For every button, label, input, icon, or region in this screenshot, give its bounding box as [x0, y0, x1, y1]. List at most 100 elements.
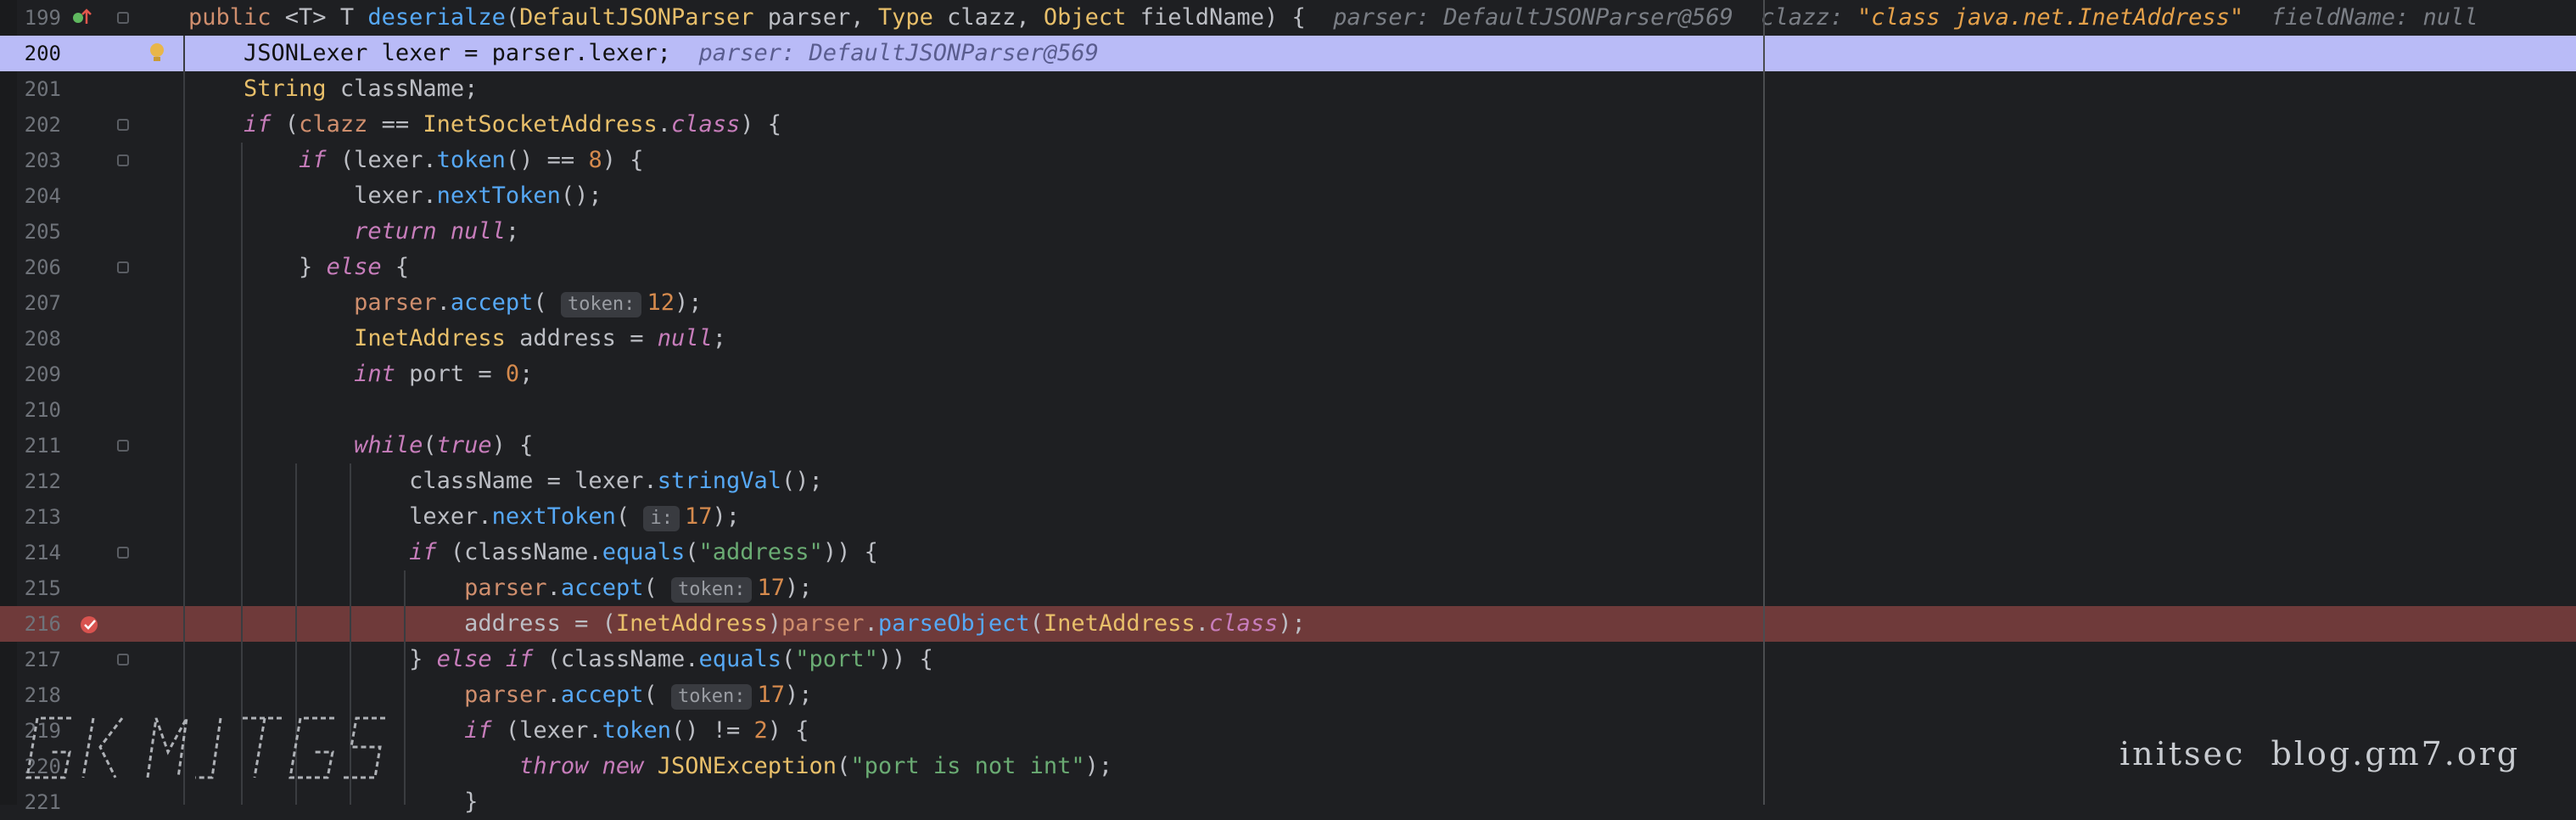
code-token: token	[602, 717, 671, 744]
code-text[interactable]: if (className.equals("address")) {	[188, 535, 878, 570]
parameter-hint: token:	[670, 684, 753, 710]
code-token: if	[299, 147, 327, 173]
code-text[interactable]: InetAddress address = null;	[188, 321, 726, 357]
code-text[interactable]: JSONLexer lexer = parser.lexer; parser: …	[188, 36, 1099, 71]
fold-toggle-icon[interactable]	[117, 547, 129, 559]
code-text[interactable]: public <T> T deserialze(DefaultJSONParse…	[188, 0, 2478, 36]
fold-toggle-icon[interactable]	[117, 654, 129, 666]
code-text[interactable]: address = (InetAddress)parser.parseObjec…	[188, 606, 1306, 642]
line-number[interactable]: 206	[0, 250, 61, 285]
line-number[interactable]: 208	[0, 321, 61, 357]
code-line[interactable]: 209 int port = 0;	[0, 357, 2576, 392]
line-number[interactable]: 205	[0, 214, 61, 250]
code-editor[interactable]: 199 public <T> T deserialze(DefaultJSONPa…	[0, 0, 2576, 815]
code-line[interactable]: 208 InetAddress address = null;	[0, 321, 2576, 357]
code-text[interactable]: int port = 0;	[188, 357, 533, 392]
fold-toggle-icon[interactable]	[117, 440, 129, 452]
code-line[interactable]: 201 String className;	[0, 71, 2576, 107]
code-text[interactable]: className = lexer.stringVal();	[188, 463, 823, 499]
code-token: ;	[519, 361, 534, 387]
code-token: token	[436, 147, 506, 173]
line-number[interactable]: 200	[0, 36, 61, 71]
fold-toggle-icon[interactable]	[117, 119, 129, 131]
line-number[interactable]: 213	[0, 499, 61, 535]
code-line[interactable]: 217 } else if (className.equals("port"))…	[0, 642, 2576, 677]
code-text[interactable]: if (clazz == InetSocketAddress.class) {	[188, 107, 781, 143]
line-number[interactable]: 215	[0, 570, 61, 606]
code-token: );	[712, 503, 740, 530]
code-line[interactable]: 210	[0, 392, 2576, 428]
code-token: JSONLexer lexer = parser.lexer;	[188, 40, 699, 66]
code-token: class	[1208, 610, 1279, 637]
code-token: (lexer.	[491, 717, 602, 744]
override-icon[interactable]	[70, 0, 95, 36]
fold-toggle-icon[interactable]	[117, 154, 129, 166]
line-number[interactable]: 199	[0, 0, 61, 36]
code-line[interactable]: 200 JSONLexer lexer = parser.lexer; pars…	[0, 36, 2576, 71]
code-text[interactable]: parser.accept( token: 17);	[188, 677, 813, 713]
line-number[interactable]: 212	[0, 463, 61, 499]
code-text[interactable]: if (lexer.token() == 8) {	[188, 143, 643, 178]
code-token: ();	[560, 183, 602, 209]
code-line[interactable]: 214 if (className.equals("address")) {	[0, 535, 2576, 570]
code-token: true	[436, 432, 492, 458]
code-line[interactable]: 202 if (clazz == InetSocketAddress.class…	[0, 107, 2576, 143]
line-number[interactable]: 202	[0, 107, 61, 143]
code-line[interactable]: 207 parser.accept( token: 12);	[0, 285, 2576, 321]
code-line[interactable]: 205 return null;	[0, 214, 2576, 250]
line-number[interactable]: 203	[0, 143, 61, 178]
line-number[interactable]: 218	[0, 677, 61, 713]
lightbulb-icon[interactable]	[146, 36, 171, 71]
line-number[interactable]: 211	[0, 428, 61, 463]
code-line[interactable]: 204 lexer.nextToken();	[0, 178, 2576, 214]
code-line[interactable]: 203 if (lexer.token() == 8) {	[0, 143, 2576, 178]
line-number[interactable]: 217	[0, 642, 61, 677]
code-line[interactable]: 213 lexer.nextToken( i: 17);	[0, 499, 2576, 535]
code-text[interactable]: } else {	[188, 250, 409, 285]
code-token: parser	[781, 610, 865, 637]
breakpoint-icon[interactable]	[78, 606, 104, 642]
code-token: class	[670, 111, 741, 138]
code-token: 17	[757, 682, 785, 708]
code-text[interactable]: parser.accept( token: 17);	[188, 570, 813, 606]
code-line[interactable]: 211 while(true) {	[0, 428, 2576, 463]
code-token: int	[354, 361, 395, 387]
line-number[interactable]: 207	[0, 285, 61, 321]
code-token: );	[674, 289, 703, 316]
code-line[interactable]: 212 className = lexer.stringVal();	[0, 463, 2576, 499]
line-number[interactable]: 209	[0, 357, 61, 392]
line-number[interactable]: 214	[0, 535, 61, 570]
line-number[interactable]: 216	[0, 606, 61, 642]
code-line[interactable]: 215 parser.accept( token: 17);	[0, 570, 2576, 606]
code-text[interactable]: return null;	[188, 214, 519, 250]
line-number[interactable]: 201	[0, 71, 61, 107]
code-token: .	[1195, 610, 1209, 637]
code-line[interactable]: 199 public <T> T deserialze(DefaultJSONPa…	[0, 0, 2576, 36]
code-text[interactable]: parser.accept( token: 12);	[188, 285, 702, 321]
code-token: "address"	[698, 539, 823, 565]
code-line[interactable]: 216 address = (InetAddress)parser.parseO…	[0, 606, 2576, 642]
code-text[interactable]: while(true) {	[188, 428, 533, 463]
code-line[interactable]: 218 parser.accept( token: 17);	[0, 677, 2576, 713]
fold-toggle-icon[interactable]	[117, 12, 129, 24]
code-text[interactable]: lexer.nextToken();	[188, 178, 602, 214]
line-number[interactable]: 210	[0, 392, 61, 428]
code-token: parseObject	[877, 610, 1030, 637]
code-token: className;	[326, 76, 479, 102]
fold-toggle-icon[interactable]	[117, 261, 129, 273]
line-number[interactable]: 204	[0, 178, 61, 214]
code-text[interactable]: } else if (className.equals("port")) {	[188, 642, 933, 677]
code-token: ;	[712, 325, 726, 351]
code-token: ;	[505, 218, 520, 244]
code-token: parser	[354, 289, 437, 316]
code-line[interactable]: 206 } else {	[0, 250, 2576, 285]
code-token: while	[354, 432, 423, 458]
code-text[interactable]: String className;	[188, 71, 478, 107]
code-token: clazz,	[932, 4, 1044, 31]
code-text[interactable]: lexer.nextToken( i: 17);	[188, 499, 740, 535]
